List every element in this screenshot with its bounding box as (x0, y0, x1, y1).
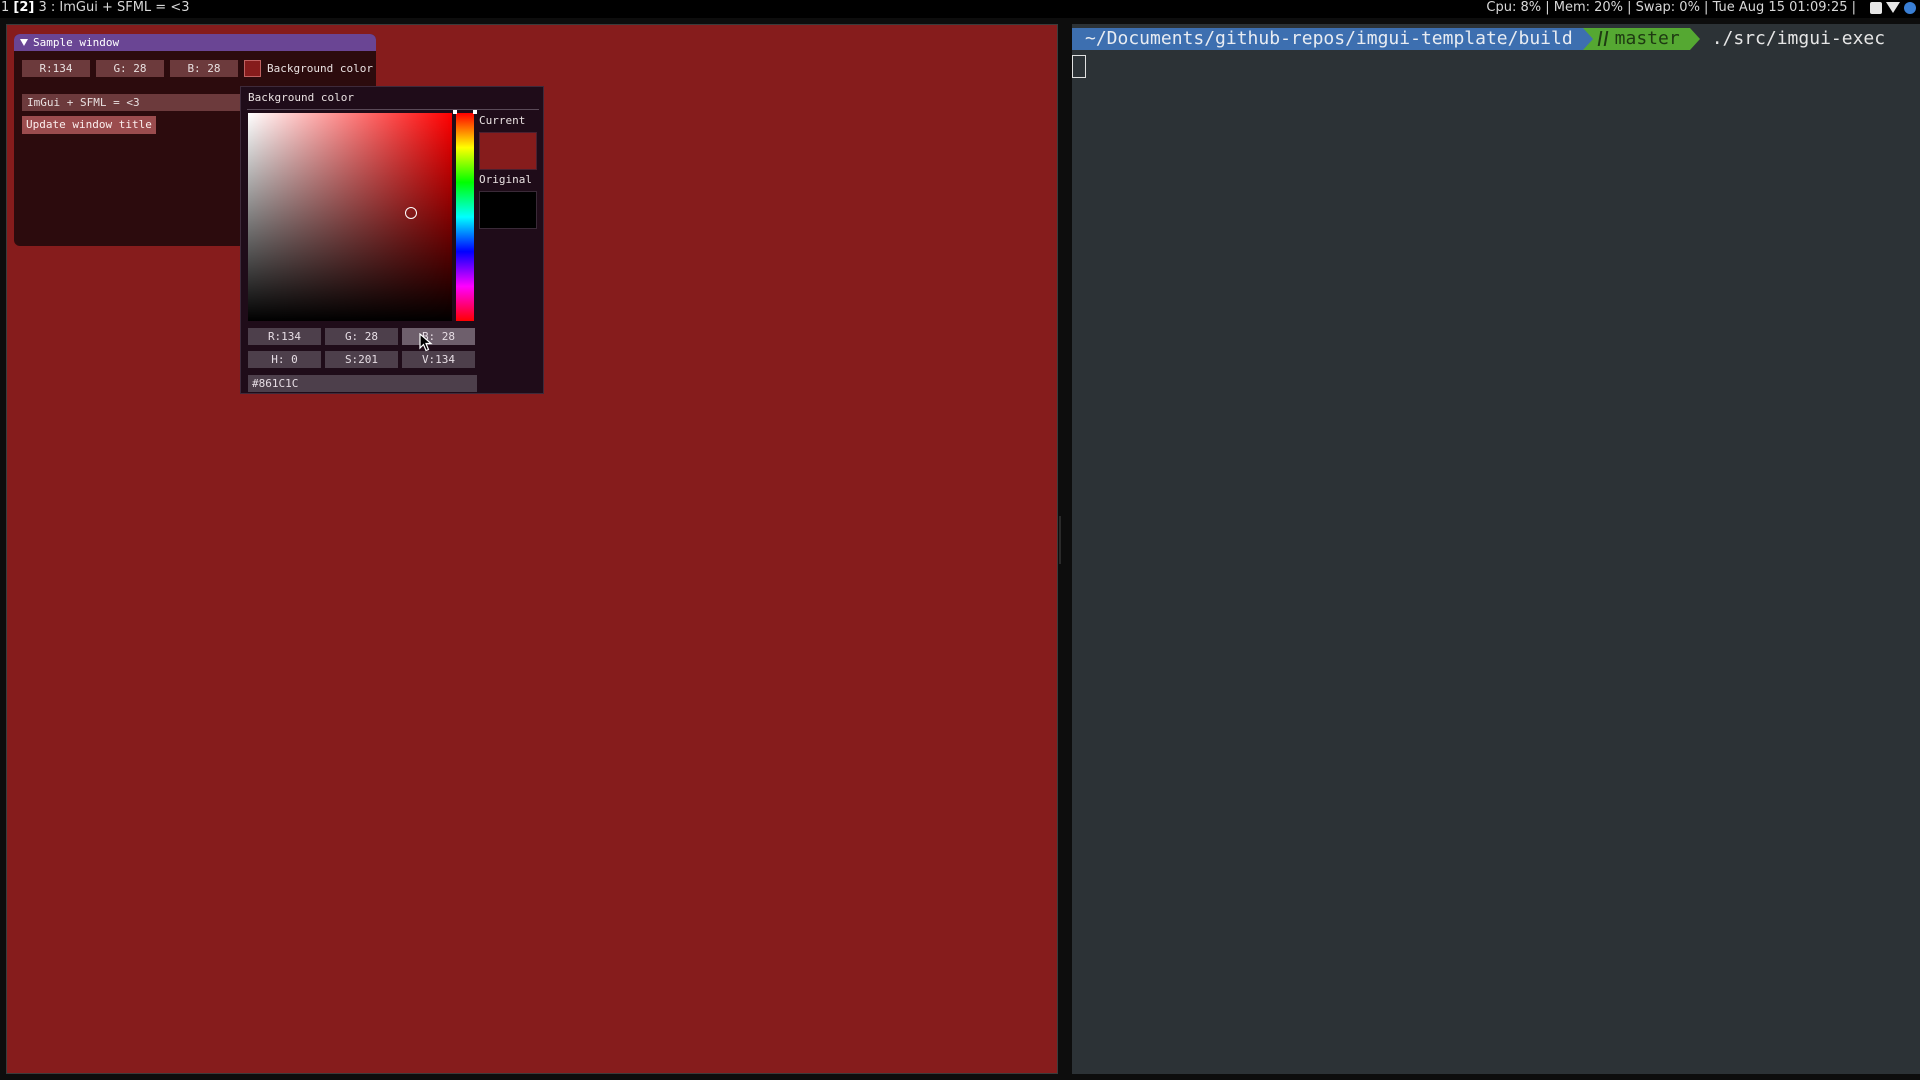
sfml-app-window[interactable]: Sample window R:134 G: 28 B: 28 Backgrou… (6, 24, 1058, 1074)
color-picker-title: Background color (248, 91, 354, 104)
window-title-input[interactable]: ImGui + SFML = <3 (22, 94, 252, 111)
window-title: 3 : ImGui + SFML = <3 (34, 0, 190, 15)
picker-value-input[interactable]: V:134 (402, 351, 475, 368)
shell-prompt: ~/Documents/github-repos/imgui-template/… (1072, 28, 1885, 50)
system-tray (1870, 2, 1916, 14)
saturation-value-square[interactable] (248, 113, 452, 321)
active-workspace[interactable]: [2] (13, 0, 34, 15)
picker-hue-input[interactable]: H: 0 (248, 351, 321, 368)
picker-saturation-input[interactable]: S:201 (325, 351, 398, 368)
blue-input[interactable]: B: 28 (170, 60, 238, 77)
git-branch-icon (1597, 31, 1608, 46)
hue-marker-icon[interactable] (453, 110, 477, 114)
terminal-window[interactable]: ~/Documents/github-repos/imgui-template/… (1072, 24, 1920, 1074)
divider (247, 109, 539, 110)
sample-window-title: Sample window (33, 36, 120, 49)
system-stats: Cpu: 8% | Mem: 20% | Swap: 0% | Tue Aug … (1486, 0, 1856, 15)
workspace-indicator[interactable]: 1 [2] 3 : ImGui + SFML = <3 (1, 0, 189, 16)
picker-red-input[interactable]: R:134 (248, 328, 321, 345)
terminal-cursor (1072, 55, 1086, 78)
color-swatch-button[interactable] (244, 60, 261, 77)
prompt-path: ~/Documents/github-repos/imgui-template/… (1072, 28, 1583, 50)
red-input[interactable]: R:134 (22, 60, 90, 77)
picker-green-input[interactable]: G: 28 (325, 328, 398, 345)
color-edit-label: Background color (267, 62, 373, 75)
current-color-swatch (479, 132, 537, 170)
picker-hex-input[interactable]: #861C1C (248, 375, 477, 392)
picker-cursor-icon[interactable] (405, 207, 417, 219)
update-window-title-button[interactable]: Update window title (22, 116, 156, 134)
status-bar: 1 [2] 3 : ImGui + SFML = <3 Cpu: 8% | Me… (0, 0, 1920, 18)
green-input[interactable]: G: 28 (96, 60, 164, 77)
prompt-separator-icon (1689, 28, 1700, 50)
color-picker-popup[interactable]: Background color Current Original R:134 … (240, 86, 544, 394)
hue-slider[interactable] (453, 110, 477, 321)
original-color-swatch[interactable] (479, 191, 537, 229)
git-branch-name: master (1614, 28, 1680, 49)
color-edit-row: R:134 G: 28 B: 28 Background color (22, 60, 373, 77)
split-handle[interactable] (1059, 516, 1061, 564)
picker-blue-input[interactable]: B: 28 (402, 328, 475, 345)
mouse-pointer-icon (419, 333, 433, 352)
prompt-separator-icon (1582, 28, 1593, 50)
collapse-triangle-icon[interactable] (20, 39, 28, 46)
bluetooth-icon[interactable] (1904, 2, 1916, 14)
sample-window-titlebar[interactable]: Sample window (14, 34, 376, 51)
clipboard-icon[interactable] (1870, 2, 1882, 14)
current-label: Current (479, 114, 526, 127)
prompt-git-segment: master (1592, 28, 1690, 50)
original-label: Original (479, 173, 532, 186)
workspace-prefix: 1 (1, 0, 14, 15)
wifi-icon[interactable] (1886, 2, 1900, 13)
terminal-command: ./src/imgui-exec (1711, 28, 1886, 49)
